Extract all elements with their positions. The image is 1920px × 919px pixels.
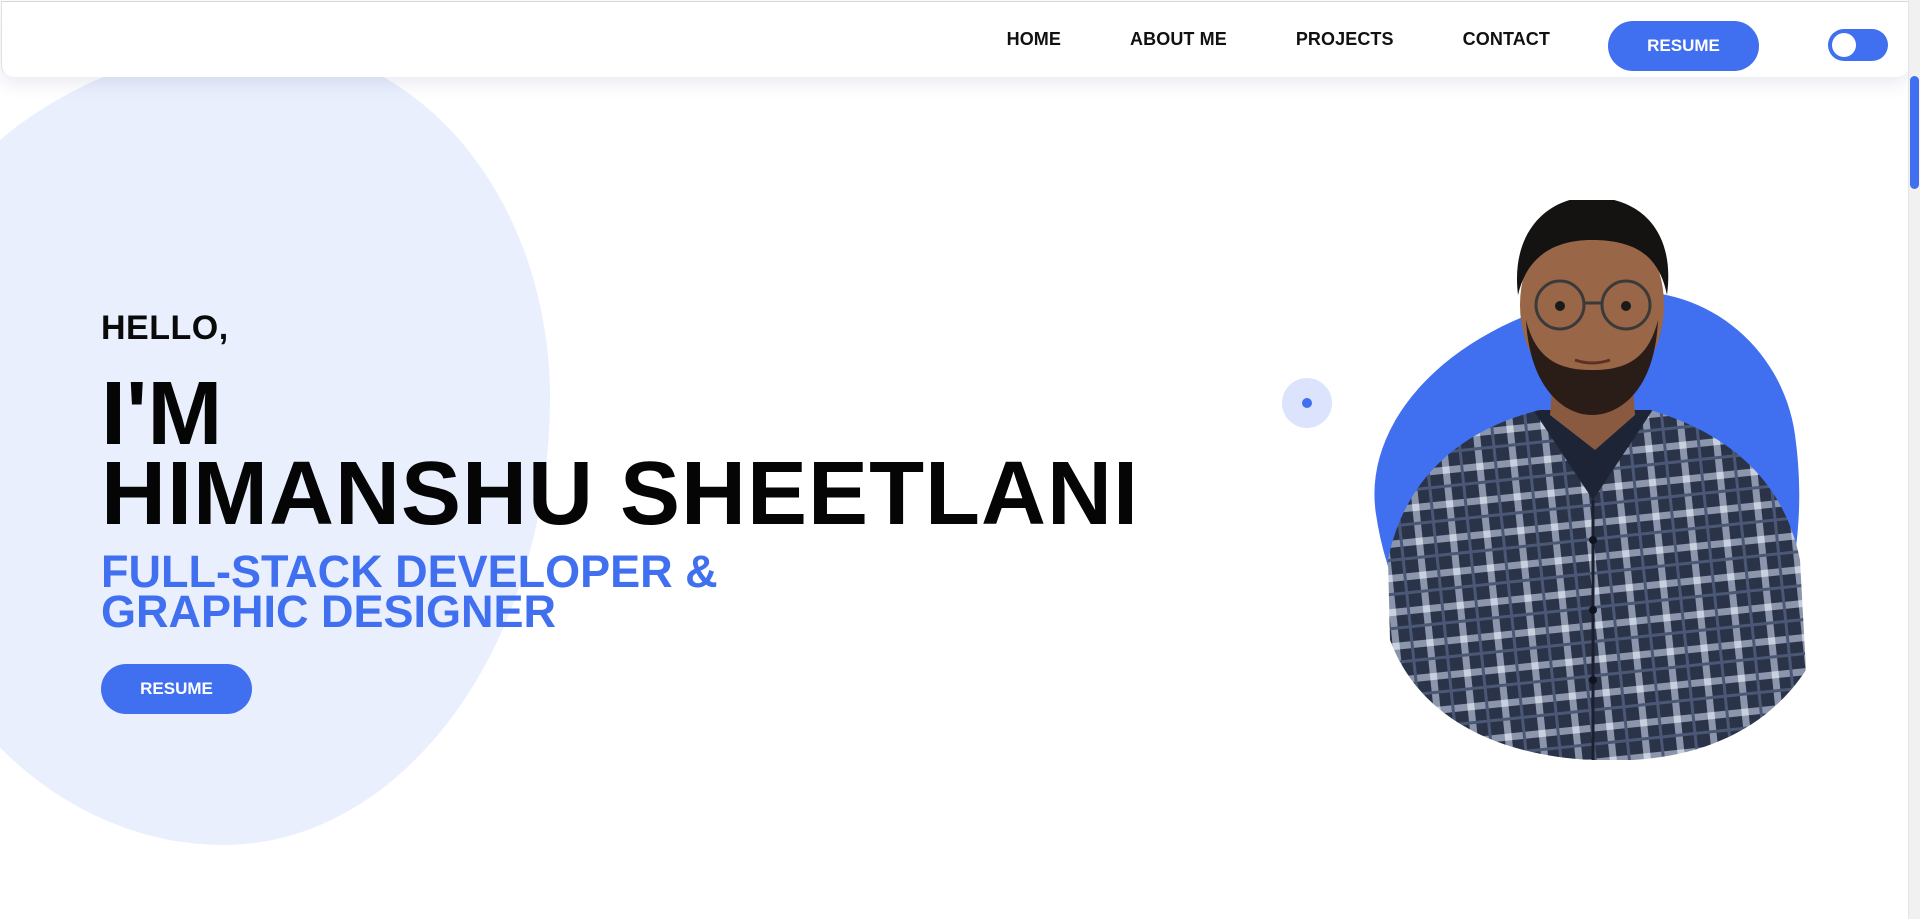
page-scrollbar[interactable]	[1908, 0, 1920, 919]
intro-text: I'M	[101, 364, 223, 464]
page: HOME ABOUT ME PROJECTS CONTACT RESUME HE…	[0, 0, 1920, 919]
decorative-dot-core	[1302, 398, 1312, 408]
hero-section: HELLO, I'M HIMANSHU SHEETLANI FULL-STACK…	[101, 300, 1139, 714]
theme-toggle[interactable]	[1828, 29, 1888, 61]
nav-links: HOME ABOUT ME PROJECTS CONTACT	[938, 2, 1550, 77]
nav-resume-button[interactable]: RESUME	[1608, 21, 1759, 71]
role-line-2: GRAPHIC DESIGNER	[101, 586, 557, 637]
profile-photo	[1388, 200, 1806, 760]
role-text: FULL-STACK DEVELOPER & GRAPHIC DESIGNER	[101, 549, 1139, 637]
navbar: HOME ABOUT ME PROJECTS CONTACT RESUME	[1, 1, 1909, 77]
nav-home-link[interactable]: HOME	[1007, 29, 1061, 50]
scrollbar-thumb[interactable]	[1910, 76, 1919, 189]
hero-resume-button[interactable]: RESUME	[101, 664, 252, 714]
name-heading: HIMANSHU SHEETLANI	[101, 444, 1140, 544]
decorative-dot	[1282, 378, 1332, 428]
nav-contact-link[interactable]: CONTACT	[1463, 29, 1550, 50]
nav-projects-link[interactable]: PROJECTS	[1296, 29, 1394, 50]
toggle-knob	[1832, 33, 1856, 57]
nav-about-link[interactable]: ABOUT ME	[1130, 29, 1227, 50]
greeting-text: HELLO,	[101, 309, 229, 347]
